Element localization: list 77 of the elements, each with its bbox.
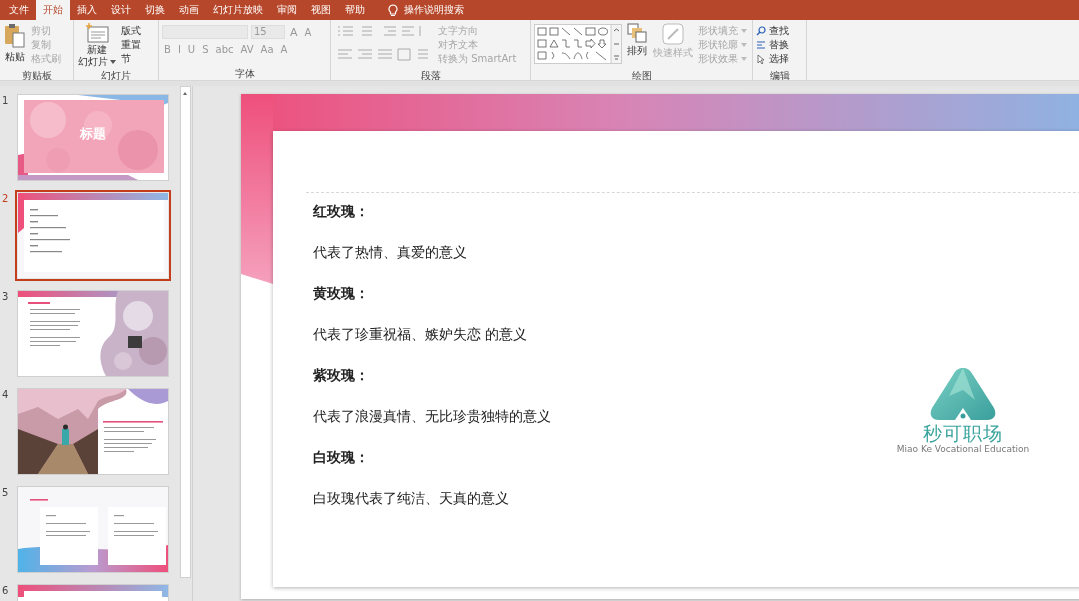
brush-icon xyxy=(662,23,684,45)
body-text: 白玫瑰代表了纯洁、天真的意义 xyxy=(313,489,509,508)
body-text: 代表了浪漫真情、无比珍贵独特的意义 xyxy=(313,407,551,426)
slide-option-button[interactable]: 版式 xyxy=(121,24,141,38)
wave-shape xyxy=(128,389,168,404)
text-lines-drawing xyxy=(30,309,80,346)
body-text: 代表了热情、真爱的意义 xyxy=(313,243,467,262)
arrange-icon xyxy=(627,23,647,43)
slide-thumbnail[interactable] xyxy=(18,193,168,278)
paste-button[interactable]: 粘贴 xyxy=(3,22,27,70)
slide-number: 4 xyxy=(1,389,10,400)
group-label: 编辑 xyxy=(768,70,791,82)
body-text: 代表了珍重祝福、嫉妒失恋 的意义 xyxy=(313,325,528,344)
replace-icon xyxy=(756,40,766,50)
font-size-field[interactable]: 15 xyxy=(251,25,285,39)
arrange-button[interactable]: 排列 xyxy=(626,22,648,70)
format-button[interactable]: abc xyxy=(213,44,236,55)
editing-button[interactable]: 替换 xyxy=(756,38,789,52)
format-button[interactable]: AV xyxy=(238,44,256,55)
text-heading: 黄玫瑰： xyxy=(313,284,369,303)
ribbon-tab[interactable]: 文件 xyxy=(2,0,36,20)
slide-number: 6 xyxy=(1,585,10,596)
slide-option-button[interactable]: 节 xyxy=(121,52,141,66)
logo-name: 秒可职场 xyxy=(923,422,1003,444)
format-button[interactable]: B xyxy=(162,44,173,55)
quick-styles-button[interactable]: 快速样式 xyxy=(652,22,694,70)
slide-number: 3 xyxy=(1,291,10,302)
ribbon-tab[interactable]: 帮助 xyxy=(338,0,372,20)
editing-button[interactable]: 查找 xyxy=(756,24,789,38)
shrink-font-button[interactable]: A xyxy=(302,26,314,38)
clipboard-icon xyxy=(4,23,26,49)
ribbon-tab[interactable]: 设计 xyxy=(104,0,138,20)
group-label: 段落 xyxy=(419,70,442,82)
slide-thumbnail[interactable] xyxy=(18,389,168,474)
ribbon-tab[interactable]: 动画 xyxy=(172,0,206,20)
caret-icon xyxy=(110,59,116,64)
cursor-icon xyxy=(756,54,766,64)
caret-icon xyxy=(741,29,747,33)
slide-thumbnail[interactable] xyxy=(18,291,168,376)
ribbon-tab[interactable]: 插入 xyxy=(70,0,104,20)
slide-number: 5 xyxy=(1,487,10,498)
new-slide-icon xyxy=(85,23,109,43)
caret-icon xyxy=(741,43,747,47)
caret-icon xyxy=(741,57,747,61)
slide-number: 2 xyxy=(1,193,10,204)
shapes-gallery[interactable] xyxy=(534,24,622,64)
ribbon-tab[interactable]: 切换 xyxy=(138,0,172,20)
format-button[interactable]: S xyxy=(200,44,211,55)
text-heading: 白玫瑰： xyxy=(313,448,369,467)
ribbon-tab[interactable]: 幻灯片放映 xyxy=(206,0,270,20)
slide-number: 1 xyxy=(1,95,10,106)
group-label: 剪贴板 xyxy=(20,70,53,82)
group-label: 字体 xyxy=(233,68,256,80)
scrollbar[interactable] xyxy=(180,86,191,578)
search-icon xyxy=(756,26,766,36)
format-button[interactable]: A xyxy=(278,44,290,55)
slide-option-button[interactable]: 重置 xyxy=(121,38,141,52)
search-prompt[interactable]: 操作说明搜索 xyxy=(404,3,464,17)
slide-thumbnail[interactable]: 标题 xyxy=(18,95,168,180)
text-heading: 红玫瑰： xyxy=(313,202,369,221)
format-button[interactable]: I xyxy=(175,44,183,55)
group-label: 幻灯片 xyxy=(100,70,132,82)
text-heading: 紫玫瑰： xyxy=(313,366,369,385)
mountain-logo-icon xyxy=(929,366,997,422)
slide-thumbnail[interactable] xyxy=(18,487,168,572)
text-lines-drawing xyxy=(104,427,156,452)
new-slide-button[interactable]: 新建 幻灯片 xyxy=(77,22,117,70)
ribbon-tab[interactable]: 视图 xyxy=(304,0,338,20)
grow-font-button[interactable]: A xyxy=(288,25,300,39)
logo-tagline: Miao Ke Vocational Education xyxy=(896,444,1030,454)
ribbon-tab[interactable]: 审阅 xyxy=(270,0,304,20)
ribbon-tab[interactable]: 开始 xyxy=(36,0,70,20)
editing-button[interactable]: 选择 xyxy=(756,52,789,66)
format-button[interactable]: Aa xyxy=(258,44,276,55)
lightbulb-icon xyxy=(388,3,398,17)
format-button[interactable]: U xyxy=(185,44,198,55)
group-label: 绘图 xyxy=(630,70,653,82)
